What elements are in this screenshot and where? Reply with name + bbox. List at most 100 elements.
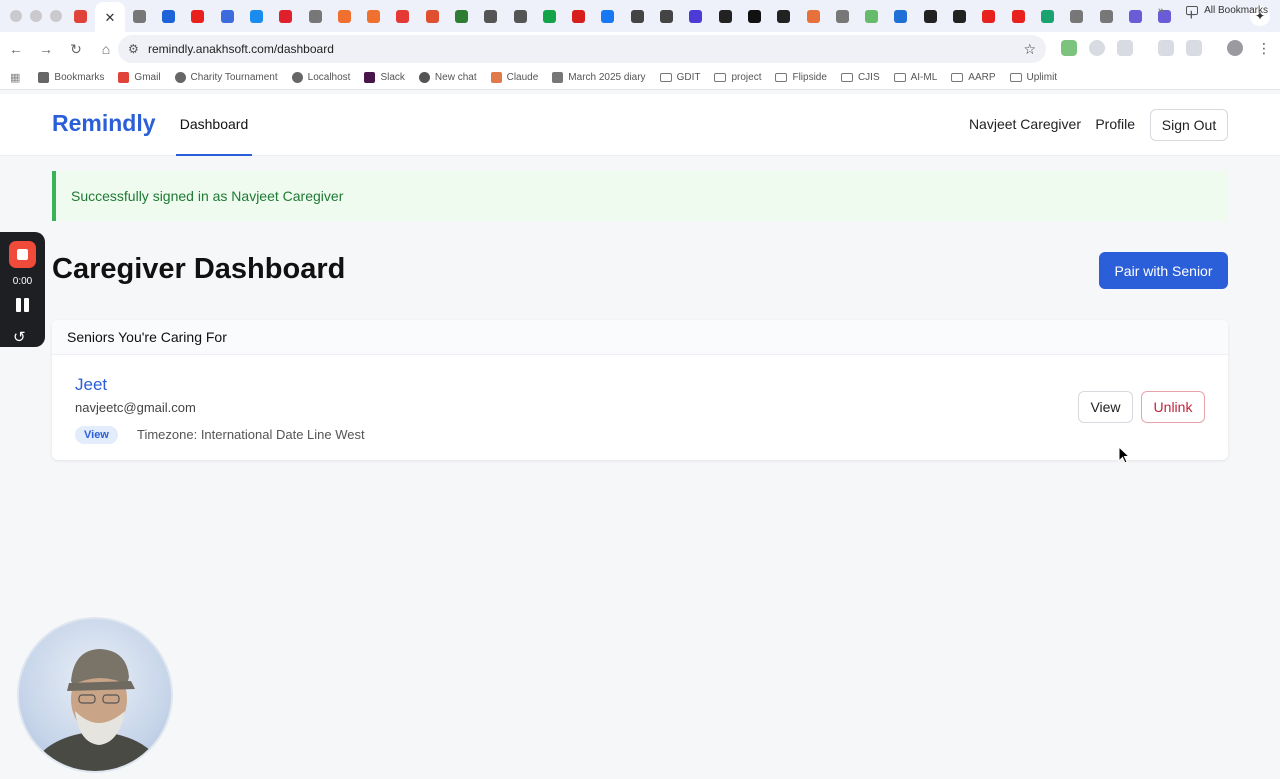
home-icon[interactable]: ⌂: [92, 35, 120, 63]
browser-tab[interactable]: [476, 0, 505, 32]
browser-tab[interactable]: [1062, 0, 1091, 32]
address-bar[interactable]: ⚙ remindly.anakhsoft.com/dashboard ☆: [118, 35, 1046, 63]
bookmark-localhost[interactable]: Localhost: [291, 72, 350, 83]
bookmark-new-chat[interactable]: New chat: [418, 72, 477, 83]
page-title: Caregiver Dashboard: [52, 253, 346, 285]
browser-tab[interactable]: [916, 0, 945, 32]
bookmark-gmail[interactable]: Gmail: [118, 72, 161, 83]
browser-tab[interactable]: [330, 0, 359, 32]
browser-tab[interactable]: [154, 0, 183, 32]
browser-tab[interactable]: [886, 0, 915, 32]
browser-tab[interactable]: [681, 0, 710, 32]
bookmark-bookmarks[interactable]: Bookmarks: [38, 72, 104, 83]
close-window-icon[interactable]: [10, 10, 22, 22]
seniors-card: Seniors You're Caring For Jeet navjeetc@…: [52, 320, 1228, 460]
bookmark-charity-tournament[interactable]: Charity Tournament: [174, 72, 278, 83]
apps-grid-icon[interactable]: ▦: [10, 71, 20, 84]
bookmark-aarp[interactable]: AARP: [951, 72, 996, 83]
browser-tab[interactable]: [1091, 0, 1120, 32]
browser-tab[interactable]: [798, 0, 827, 32]
browser-tab[interactable]: [1033, 0, 1062, 32]
browser-tab[interactable]: [271, 0, 300, 32]
browser-tab[interactable]: [359, 0, 388, 32]
browser-tab[interactable]: [945, 0, 974, 32]
browser-tab[interactable]: [857, 0, 886, 32]
bookmark-star-icon[interactable]: ☆: [1023, 41, 1036, 58]
browser-tab[interactable]: [1150, 0, 1179, 32]
browser-tab[interactable]: [711, 0, 740, 32]
bookmark-march-2025-diary[interactable]: March 2025 diary: [552, 72, 646, 83]
tab-favicon-icon: [308, 9, 322, 23]
sign-out-button[interactable]: Sign Out: [1150, 109, 1228, 141]
browser-tab[interactable]: [593, 0, 622, 32]
browser-tab[interactable]: [564, 0, 593, 32]
tab-favicon-icon: [367, 9, 381, 23]
extension-icon[interactable]: [1061, 40, 1077, 56]
senior-timezone: Timezone: International Date Line West: [137, 427, 365, 442]
bookmark-flipside[interactable]: Flipside: [775, 72, 827, 83]
avatar[interactable]: [1227, 40, 1243, 56]
incognito-icon[interactable]: [1158, 40, 1174, 56]
browser-tab[interactable]: [125, 0, 154, 32]
back-icon[interactable]: ←: [2, 35, 30, 63]
puzzle-icon[interactable]: [1117, 40, 1133, 56]
browser-tab[interactable]: [300, 0, 329, 32]
unlink-senior-button[interactable]: Unlink: [1141, 391, 1205, 423]
browser-tab[interactable]: [212, 0, 241, 32]
browser-tab[interactable]: [66, 0, 95, 32]
bookmark-gdit[interactable]: GDIT: [659, 72, 700, 83]
webcam-bubble[interactable]: [17, 617, 173, 773]
profile-link[interactable]: Profile: [1095, 116, 1135, 132]
browser-tab[interactable]: [740, 0, 769, 32]
view-senior-button[interactable]: View: [1078, 391, 1133, 423]
brand-logo[interactable]: Remindly: [52, 110, 156, 137]
pause-icon[interactable]: [16, 298, 29, 312]
browser-tab[interactable]: [242, 0, 271, 32]
nav-dashboard[interactable]: Dashboard: [176, 94, 252, 156]
maximize-window-icon[interactable]: [50, 10, 62, 22]
bookmark-claude[interactable]: Claude: [490, 72, 538, 83]
bookmark-label: Bookmarks: [54, 72, 105, 83]
bookmark-uplimit[interactable]: Uplimit: [1009, 72, 1057, 83]
browser-tab[interactable]: [652, 0, 681, 32]
browser-tab[interactable]: [623, 0, 652, 32]
webcam-person-image: [30, 649, 164, 771]
browser-tab[interactable]: [388, 0, 417, 32]
pair-with-senior-button[interactable]: Pair with Senior: [1099, 252, 1228, 289]
more-bookmarks-icon[interactable]: »: [1158, 5, 1164, 17]
success-alert: Successfully signed in as Navjeet Caregi…: [52, 171, 1228, 221]
browser-tab[interactable]: [828, 0, 857, 32]
permission-badge: View: [75, 426, 118, 444]
all-bookmarks-button[interactable]: All Bookmarks: [1186, 5, 1268, 16]
reload-icon[interactable]: ↻: [62, 35, 90, 63]
bookmark-ai-ml[interactable]: AI-ML: [893, 72, 937, 83]
browser-tab[interactable]: [1121, 0, 1150, 32]
forward-icon[interactable]: →: [32, 35, 60, 63]
browser-tab[interactable]: [974, 0, 1003, 32]
browser-tab[interactable]: [535, 0, 564, 32]
minimize-window-icon[interactable]: [30, 10, 42, 22]
tab-favicon-icon: [425, 9, 439, 23]
site-info-icon[interactable]: ⚙: [128, 42, 148, 56]
stop-recording-button[interactable]: [9, 241, 36, 268]
close-tab-icon[interactable]: ✕: [104, 11, 115, 24]
senior-name-link[interactable]: Jeet: [75, 375, 107, 395]
browser-tab[interactable]: [183, 0, 212, 32]
bookmark-label: AARP: [968, 72, 996, 83]
browser-tab[interactable]: [769, 0, 798, 32]
extension-icon[interactable]: [1089, 40, 1105, 56]
bookmark-slack[interactable]: Slack: [364, 72, 405, 83]
bookmark-cjis[interactable]: CJIS: [840, 72, 880, 83]
bookmark-project[interactable]: project: [714, 72, 761, 83]
browser-tab[interactable]: [505, 0, 534, 32]
code-icon[interactable]: [1186, 40, 1202, 56]
browser-tab[interactable]: [1004, 0, 1033, 32]
browser-tab[interactable]: [418, 0, 447, 32]
browser-tab[interactable]: [447, 0, 476, 32]
window-controls[interactable]: [0, 10, 66, 22]
active-tab[interactable]: ✕: [95, 2, 125, 32]
alert-text: Successfully signed in as Navjeet Caregi…: [71, 188, 344, 204]
kebab-menu-icon[interactable]: ⋮: [1256, 40, 1272, 56]
restart-icon[interactable]: ↺: [13, 328, 31, 346]
tab-favicon-icon: [542, 9, 556, 23]
